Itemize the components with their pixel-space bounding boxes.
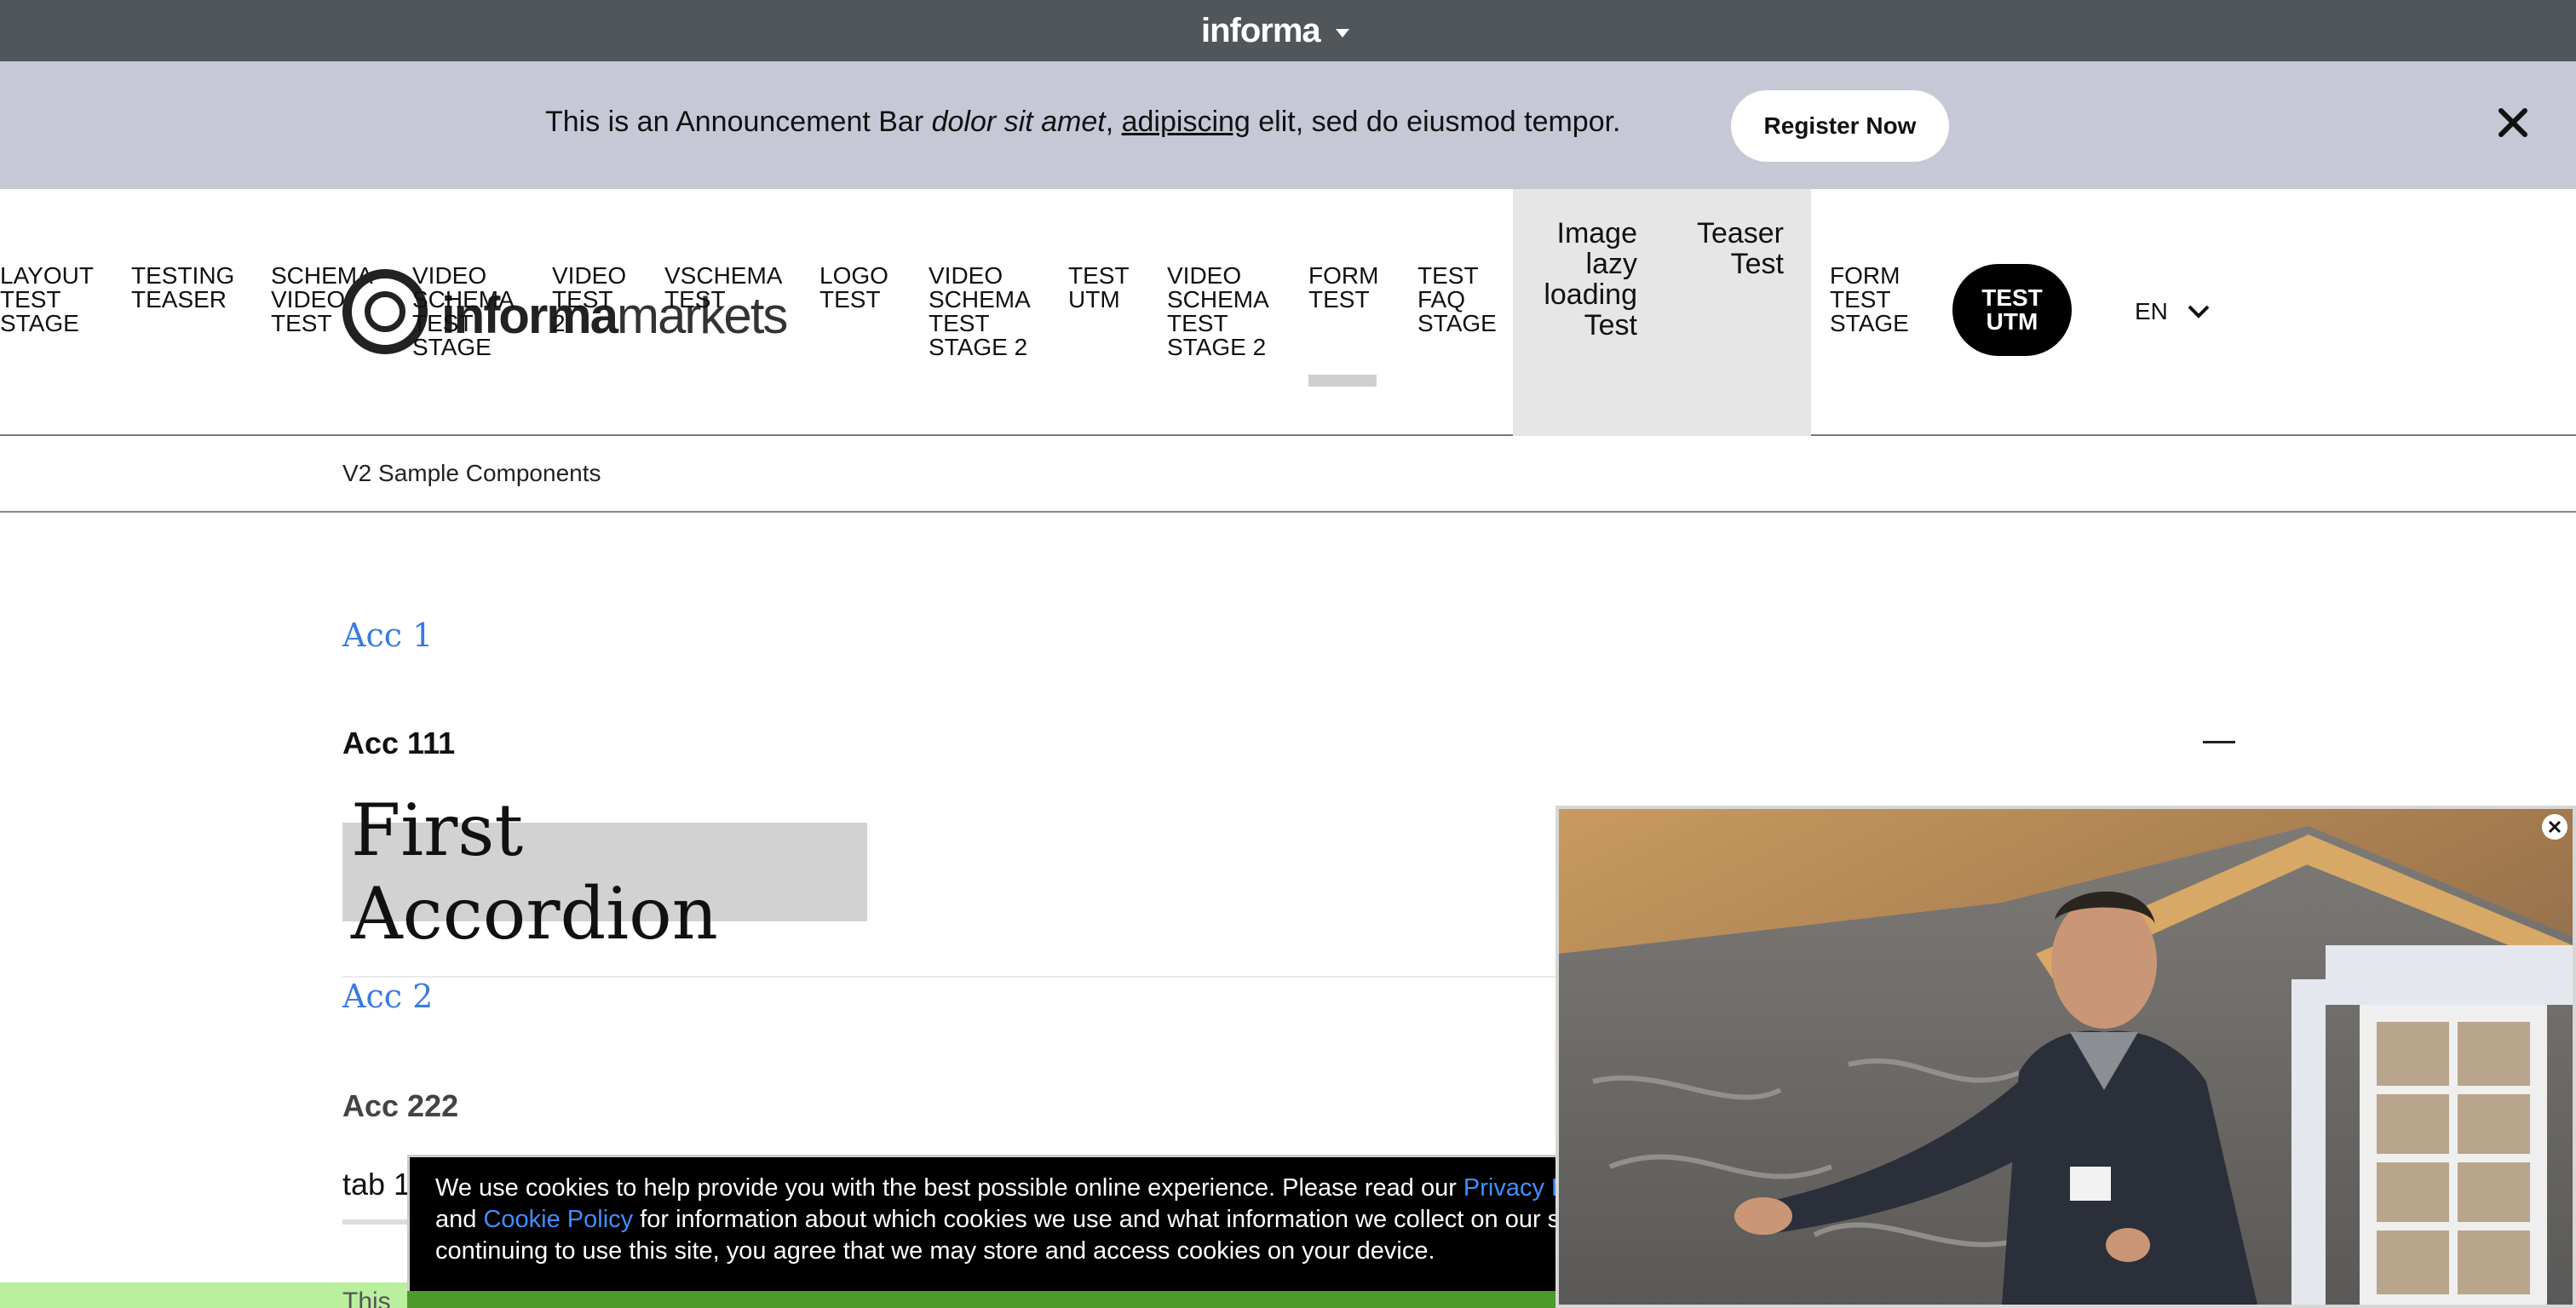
green-section-text: This: [342, 1288, 391, 1308]
chevron-down-icon: [2188, 305, 2210, 318]
nav-label-line: STAGE: [1830, 310, 1909, 336]
nav-label-line: STAGE: [1417, 310, 1497, 336]
nav-label-line: FAQ: [1417, 286, 1466, 313]
nav-label-line: TEST: [1830, 286, 1891, 313]
cookie-banner: We use cookies to help provide you with …: [407, 1155, 1617, 1298]
nav-label-line: TEST: [552, 286, 613, 313]
nav-label-line: TEST: [1417, 262, 1479, 289]
nav-label-line: TEST: [1068, 262, 1130, 289]
nav-label-line: TEASER: [131, 286, 227, 313]
nav-label-line: SCHEMA: [412, 286, 515, 313]
nav-label-line: TEST: [819, 286, 881, 313]
nav-label-line: Teaser: [1696, 217, 1784, 250]
language-selector[interactable]: EN: [2135, 298, 2211, 325]
nav-label-line: STAGE: [0, 310, 79, 336]
nav-label-line: VSCHEMA: [664, 262, 783, 289]
nav-label-line: VIDEO: [552, 262, 627, 289]
announcement-italic: dolor sit amet: [931, 106, 1106, 138]
caret-down-icon: [1335, 29, 1349, 37]
announcement-bold: Announcement Bar: [676, 106, 924, 138]
nav-label-line: STAGE 2: [929, 334, 1028, 360]
tab-1[interactable]: tab 1: [342, 1167, 411, 1202]
nav-item-testing-teaser[interactable]: TESTING TEASER: [131, 264, 234, 312]
button-label-line: UTM: [1986, 308, 2038, 335]
nav-item-test-utm[interactable]: TEST UTM: [1068, 264, 1130, 312]
main-nav: Image lazy loading Test Teaser Test LAYO…: [0, 189, 2576, 436]
logo-inner-ring-icon: [365, 291, 405, 332]
video-frame-image: [1559, 809, 2573, 1305]
nav-label-line: VIDEO: [1167, 262, 1242, 289]
nav-label-line: TEST: [412, 310, 474, 336]
brand-switcher[interactable]: informa: [1201, 10, 1349, 51]
brand-name: informa: [1201, 11, 1321, 49]
nav-label-line: Image: [1556, 217, 1638, 250]
nav-item-video-test-2[interactable]: VIDEO TEST 2: [552, 264, 626, 336]
nav-item-logo-test[interactable]: LOGO TEST: [819, 264, 888, 312]
announcement-comma: ,: [1105, 106, 1122, 138]
nav-label-line: SCHEMA: [929, 286, 1031, 313]
cookie-text-part: and: [435, 1206, 484, 1233]
nav-item-form-test-stage[interactable]: FORM TEST STAGE: [1830, 264, 1909, 336]
accordion-item-acc-111[interactable]: Acc 111: [342, 726, 455, 761]
nav-item-video-schema-test-stage[interactable]: VIDEO SCHEMA TEST STAGE: [412, 264, 515, 359]
cookie-text-part: We use cookies to help provide you with …: [435, 1174, 1463, 1202]
close-icon[interactable]: [2496, 106, 2530, 140]
register-now-button[interactable]: Register Now: [1731, 90, 1949, 162]
announcement-suffix: elit, sed do eiusmod tempor.: [1250, 106, 1621, 138]
accordion-item-acc-222[interactable]: Acc 222: [342, 1088, 458, 1124]
nav-label-line: STAGE: [412, 334, 492, 360]
nav-item-image-lazy-loading-test[interactable]: Image lazy loading Test: [1538, 218, 1637, 341]
nav-item-test-faq-stage[interactable]: TEST FAQ STAGE: [1417, 264, 1497, 336]
nav-label-line: 2: [552, 310, 566, 336]
announcement-link[interactable]: adipiscing: [1122, 106, 1251, 138]
nav-label-line: TEST: [1308, 286, 1370, 313]
accordion-content-title: First Accordion: [342, 789, 867, 955]
cookie-policy-link[interactable]: Cookie Policy: [483, 1206, 633, 1233]
button-label-line: TEST: [1981, 284, 2043, 311]
nav-label-line: Test: [1584, 309, 1637, 341]
nav-label-line: UTM: [1068, 286, 1120, 313]
accordion-heading-acc-1: Acc 1: [342, 617, 434, 654]
active-nav-indicator: [1308, 375, 1377, 387]
breadcrumb[interactable]: V2 Sample Components: [342, 460, 601, 487]
nav-label-line: TEST: [1167, 310, 1228, 336]
nav-item-video-schema-test-stage-2b[interactable]: VIDEO SCHEMA TEST STAGE 2: [1167, 264, 1269, 359]
nav-item-layout-test-stage[interactable]: LAYOUT TEST STAGE: [0, 264, 94, 336]
nav-item-vschema-test[interactable]: VSCHEMA TEST: [664, 264, 782, 312]
collapse-icon[interactable]: [2203, 741, 2235, 743]
nav-label-line: SCHEMA: [1167, 286, 1269, 313]
announcement-text: This is an Announcement Bar dolor sit am…: [545, 106, 1621, 139]
cookie-banner-accept-strip[interactable]: [407, 1291, 1617, 1308]
language-label: EN: [2135, 298, 2168, 324]
nav-label-line: TEST: [0, 286, 61, 313]
nav-label-line: LAYOUT: [0, 262, 94, 289]
nav-item-video-schema-test-stage-2[interactable]: VIDEO SCHEMA TEST STAGE 2: [929, 264, 1031, 359]
announcement-prefix: This is an: [545, 106, 676, 138]
nav-label-line: FORM: [1308, 262, 1379, 289]
nav-label-line: TESTING: [131, 262, 235, 289]
nav-label-line: Test: [1730, 248, 1784, 280]
nav-label-line: lazy: [1585, 248, 1637, 280]
nav-label-line: FORM: [1830, 262, 1900, 289]
test-utm-button[interactable]: TEST UTM: [1952, 264, 2072, 356]
nav-label-line: TEST: [929, 310, 990, 336]
nav-label-line: VIDEO: [929, 262, 1003, 289]
nav-item-teaser-test[interactable]: Teaser Test: [1680, 218, 1784, 279]
close-video-icon[interactable]: [2542, 814, 2567, 840]
cookie-text: We use cookies to help provide you with …: [435, 1173, 1614, 1267]
floating-video-player[interactable]: [1555, 806, 2576, 1308]
accordion-heading-acc-2: Acc 2: [342, 978, 434, 1015]
nav-item-form-test[interactable]: FORM TEST: [1308, 264, 1378, 312]
nav-label-line: TEST: [664, 286, 726, 313]
nav-label-line: VIDEO: [412, 262, 487, 289]
nav-label-line: STAGE 2: [1167, 334, 1267, 360]
nav-label-line: loading: [1544, 278, 1637, 311]
nav-label-line: LOGO: [819, 262, 888, 289]
